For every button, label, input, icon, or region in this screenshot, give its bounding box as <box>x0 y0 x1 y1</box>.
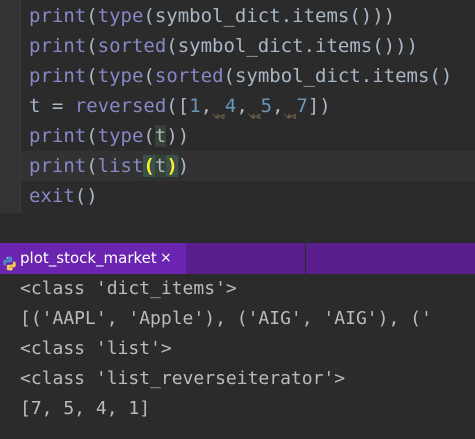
code-line: print(list(t)) <box>21 151 475 181</box>
editor-gutter <box>0 0 21 213</box>
code-token: ([ <box>166 95 190 117</box>
code-token: () <box>74 185 98 207</box>
code-token: , <box>272 95 284 117</box>
code-token: ( <box>143 65 155 87</box>
code-token: exit <box>29 185 75 207</box>
code-token: (symbol_dict.items())) <box>166 35 418 57</box>
python-icon <box>2 251 17 271</box>
parameter-hint-icon: ༺ <box>212 113 225 122</box>
code-token: 4 <box>224 95 237 117</box>
code-token: ) <box>166 155 178 177</box>
code-editor[interactable]: print(type(symbol_dict.items())) print(so… <box>0 0 475 213</box>
tab-bar-strip <box>186 243 475 274</box>
run-tab-bar: plot_stock_market × <box>0 243 475 274</box>
code-token: ) <box>177 155 190 177</box>
parameter-hint-icon: ༺ <box>283 113 297 122</box>
code-token: = <box>40 95 75 117</box>
code-token: print <box>29 35 87 57</box>
code-token: ( <box>143 155 155 177</box>
code-token: 1 <box>189 95 201 117</box>
ide-window: print(type(symbol_dict.items())) print(so… <box>0 0 475 439</box>
code-token: t <box>154 125 167 147</box>
code-token: print <box>29 125 87 147</box>
code-token: ( <box>86 65 98 87</box>
console-line: [('AAPL', 'Apple'), ('AIG', 'AIG'), (' <box>20 308 432 329</box>
tab-bar-divider <box>305 243 306 274</box>
run-console[interactable]: <class 'dict_items'> [('AAPL', 'Apple'),… <box>0 274 475 439</box>
code-token: print <box>29 155 87 177</box>
code-token: print <box>29 5 87 27</box>
code-line: print(type(t)) <box>29 121 189 151</box>
code-line: print(type(sorted(symbol_dict.items() <box>29 61 452 91</box>
code-token: ( <box>86 155 98 177</box>
code-token: t <box>154 155 167 177</box>
code-token: , <box>200 95 213 117</box>
code-token: type <box>97 125 144 147</box>
code-line: t = reversed([1,༺4,༺5,༺7]) <box>29 91 331 122</box>
tab-label: plot_stock_market <box>20 249 157 267</box>
code-token: ( <box>86 125 98 147</box>
code-token: type <box>97 5 144 27</box>
code-token: 7 <box>296 95 308 117</box>
code-token: , <box>236 95 248 117</box>
code-token: ]) <box>307 95 331 117</box>
console-line: <class 'dict_items'> <box>20 278 237 299</box>
code-line: print(sorted(symbol_dict.items())) <box>29 31 418 61</box>
code-token: (symbol_dict.items())) <box>143 5 396 27</box>
code-token: type <box>97 65 144 87</box>
code-token: ( <box>86 35 98 57</box>
code-token: sorted <box>154 65 224 87</box>
console-line: [7, 5, 4, 1] <box>20 398 151 419</box>
console-line: <class 'list'> <box>20 338 172 359</box>
parameter-hint-icon: ༺ <box>247 113 261 122</box>
code-token: ( <box>143 125 155 147</box>
code-token: 5 <box>260 95 273 117</box>
code-token: t <box>29 95 41 117</box>
code-token: sorted <box>97 35 167 57</box>
code-token: list <box>97 155 144 177</box>
code-token: reversed <box>74 95 167 117</box>
code-token: )) <box>166 125 190 147</box>
code-token: ( <box>86 5 98 27</box>
close-icon[interactable]: × <box>160 243 172 274</box>
code-line: exit() <box>29 181 98 211</box>
code-token: print <box>29 65 87 87</box>
code-line: print(type(symbol_dict.items())) <box>29 1 395 31</box>
tab-plot-stock-market[interactable]: plot_stock_market × <box>0 243 186 274</box>
console-line: <class 'list_reverseiterator'> <box>20 368 346 389</box>
code-token: (symbol_dict.items() <box>223 65 453 87</box>
